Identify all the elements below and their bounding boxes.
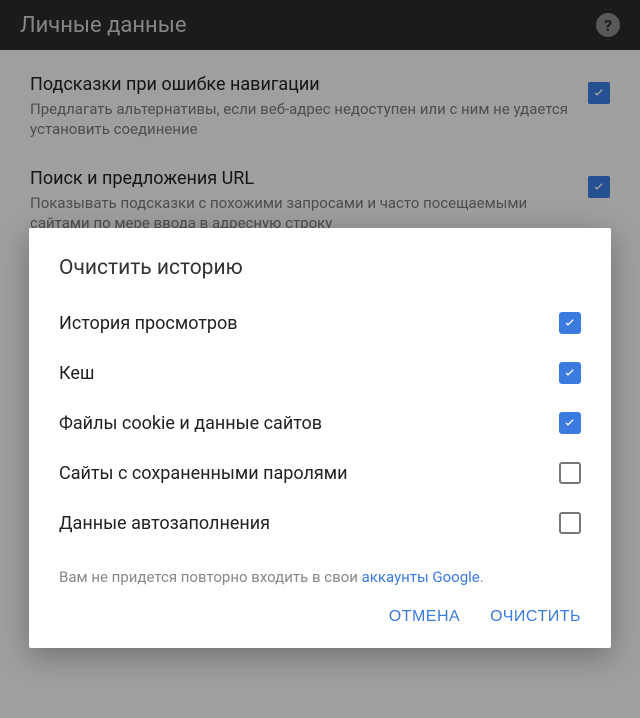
dialog-item-label: Данные автозаполнения [59,513,270,534]
checkbox-checked-icon[interactable] [559,362,581,384]
checkbox-checked-icon[interactable] [559,312,581,334]
footer-suffix: . [480,568,484,586]
clear-button[interactable]: ОЧИСТИТЬ [490,608,581,626]
dialog-item-label: Кеш [59,363,94,384]
dialog-item-browsing-history[interactable]: История просмотров [29,298,611,348]
dialog-item-label: Сайты с сохраненными паролями [59,463,348,484]
dialog-item-cookies[interactable]: Файлы cookie и данные сайтов [29,398,611,448]
cancel-button[interactable]: ОТМЕНА [389,608,460,626]
dialog-item-label: Файлы cookie и данные сайтов [59,413,322,434]
clear-history-dialog: Очистить историю История просмотров Кеш … [29,228,611,648]
checkbox-unchecked-icon[interactable] [559,462,581,484]
checkbox-unchecked-icon[interactable] [559,512,581,534]
modal-overlay[interactable]: Очистить историю История просмотров Кеш … [0,0,640,718]
google-accounts-link[interactable]: аккаунты Google [362,568,480,586]
dialog-footer-text: Вам не придется повторно входить в свои … [29,548,611,594]
dialog-item-autofill[interactable]: Данные автозаполнения [29,498,611,548]
dialog-title: Очистить историю [29,256,611,298]
dialog-actions: ОТМЕНА ОЧИСТИТЬ [29,594,611,636]
dialog-item-cache[interactable]: Кеш [29,348,611,398]
dialog-item-label: История просмотров [59,313,238,334]
checkbox-checked-icon[interactable] [559,412,581,434]
dialog-item-passwords[interactable]: Сайты с сохраненными паролями [29,448,611,498]
footer-prefix: Вам не придется повторно входить в свои [59,568,362,586]
